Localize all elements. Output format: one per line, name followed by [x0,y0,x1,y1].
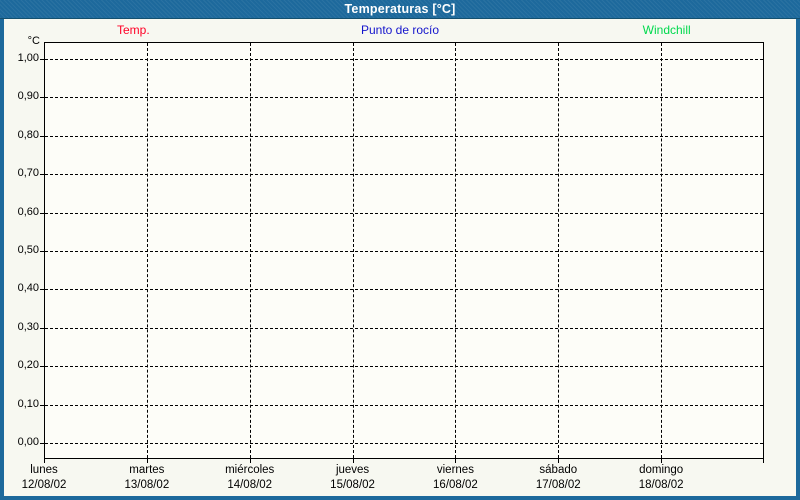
x-day-label: lunes [30,464,58,476]
y-tick-label: 0,70 [17,167,39,180]
y-tick-mark [40,212,44,214]
y-tick-label: 0,40 [17,282,39,295]
y-tick-mark [40,327,44,329]
y-tick-mark [40,251,44,252]
x-tick-mark [455,459,457,463]
y-tick-label: 0,80 [17,128,39,141]
y-tick-mark [40,135,44,137]
x-date-label: 12/08/02 [21,479,67,491]
y-tick-mark [40,97,44,99]
v-gridline [558,43,560,458]
y-tick-label: 0,30 [17,320,39,333]
x-date-label: 16/08/02 [433,479,478,491]
plot-area [44,42,764,459]
y-tick-mark [40,289,44,291]
x-date-label: 13/08/02 [124,479,170,491]
y-tick-label: 1,00 [17,52,39,64]
x-tick-mark [352,459,354,463]
x-date-label: 18/08/02 [638,479,684,491]
y-tick-label: 0,60 [17,205,39,218]
x-date-label: 15/08/02 [330,479,375,491]
y-tick-mark [40,443,44,444]
legend-item: Windchill [642,23,691,37]
h-gridline [45,251,763,252]
h-gridline [45,366,763,368]
x-day-label: martes [129,464,165,476]
x-day-label: viernes [436,464,474,476]
v-gridline [661,43,663,458]
legend: Temp. Punto de rocío Windchill [0,21,800,40]
x-date-label: 14/08/02 [227,479,273,491]
v-gridline [146,43,148,458]
y-tick-mark [40,174,44,176]
x-tick-mark [558,459,560,463]
y-tick-mark [40,366,44,368]
v-gridline [455,43,457,458]
y-tick-mark [40,59,44,60]
x-tick-mark [763,459,764,463]
h-gridline [45,135,763,137]
h-gridline [45,59,763,60]
h-gridline [45,97,763,99]
v-gridline [249,43,251,458]
x-day-label: jueves [335,464,370,476]
x-tick-mark [661,459,663,463]
legend-item: Temp. [116,23,150,37]
h-gridline [45,327,763,329]
x-day-label: miércoles [225,464,275,476]
y-axis-unit-label: °C [27,35,40,47]
x-tick-mark [44,459,45,463]
x-day-label: domingo [639,464,684,476]
x-day-label: sábado [539,464,578,476]
v-gridline [352,43,354,458]
legend-item: Punto de rocío [360,23,440,37]
y-tick-label: 0,20 [17,359,39,372]
x-tick-mark [146,459,148,463]
x-date-label: 17/08/02 [535,479,581,491]
h-gridline [45,289,763,291]
chart-window: Temperaturas [°C] Temp. Punto de rocío Win… [0,0,800,500]
chart-title: Temperaturas [°C] [344,2,456,16]
y-tick-mark [40,404,44,406]
y-tick-label: 0,00 [17,436,39,448]
y-tick-label: 0,90 [17,90,39,103]
h-gridline [45,443,763,444]
y-tick-label: 0,10 [17,397,39,410]
y-tick-label: 0,50 [17,244,39,256]
title-bar: Temperaturas [°C] [0,0,800,19]
h-gridline [45,212,763,214]
h-gridline [45,404,763,406]
x-tick-mark [249,459,251,463]
h-gridline [45,174,763,176]
